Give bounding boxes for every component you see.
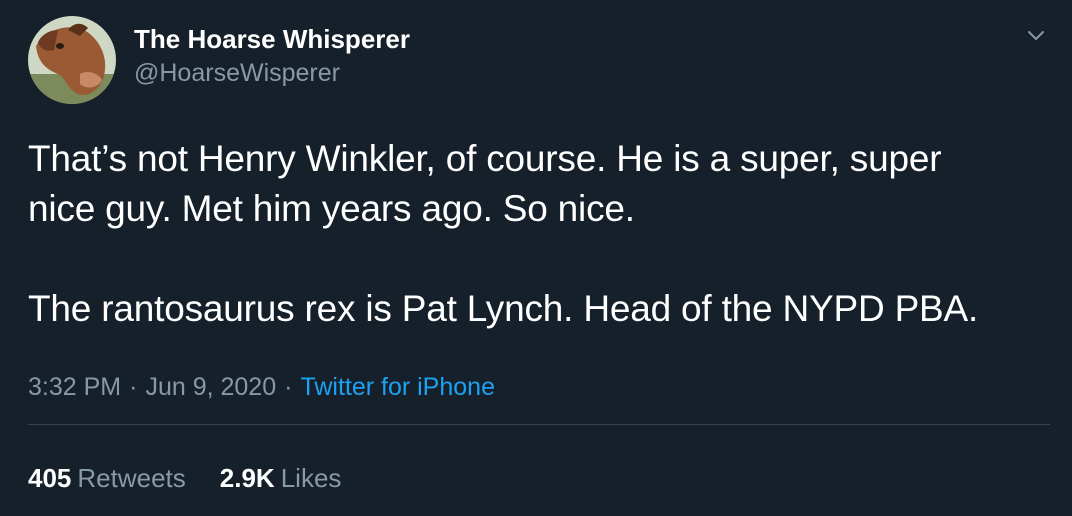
tweet-date[interactable]: Jun 9, 2020 [145,373,276,401]
tweet-stats: 405 Retweets 2.9K Likes [28,462,341,494]
tweet-text-line: The rantosaurus rex is Pat Lynch. Head o… [28,288,979,329]
meta-separator: · [129,373,138,401]
divider [28,424,1050,425]
tweet-metadata: 3:32 PM · Jun 9, 2020 · Twitter for iPhone [28,372,495,402]
retweets-count: 405 [28,463,72,493]
retweets-label: Retweets [77,463,186,493]
likes-stat[interactable]: 2.9K Likes [220,462,342,494]
retweets-stat[interactable]: 405 Retweets [28,462,186,494]
tweet-text: That’s not Henry Winkler, of course. He … [28,134,1058,334]
chevron-down-icon [1028,31,1044,40]
tweet-source-link[interactable]: Twitter for iPhone [300,373,495,401]
tweet-text-line: nice guy. Met him years ago. So nice. [28,188,635,229]
author-display-name[interactable]: The Hoarse Whisperer [134,24,410,54]
tweet-text-line: That’s not Henry Winkler, of course. He … [28,138,942,179]
meta-separator: · [284,373,293,401]
horse-avatar-icon [28,16,116,104]
avatar[interactable] [28,16,116,104]
likes-count: 2.9K [219,463,275,493]
tweet-menu-button[interactable] [1020,22,1052,50]
tweet-time[interactable]: 3:32 PM [28,373,121,401]
likes-label: Likes [280,463,342,493]
tweet-card: The Hoarse Whisperer @HoarseWisperer Tha… [0,0,1072,516]
author-handle[interactable]: @HoarseWisperer [134,58,340,88]
